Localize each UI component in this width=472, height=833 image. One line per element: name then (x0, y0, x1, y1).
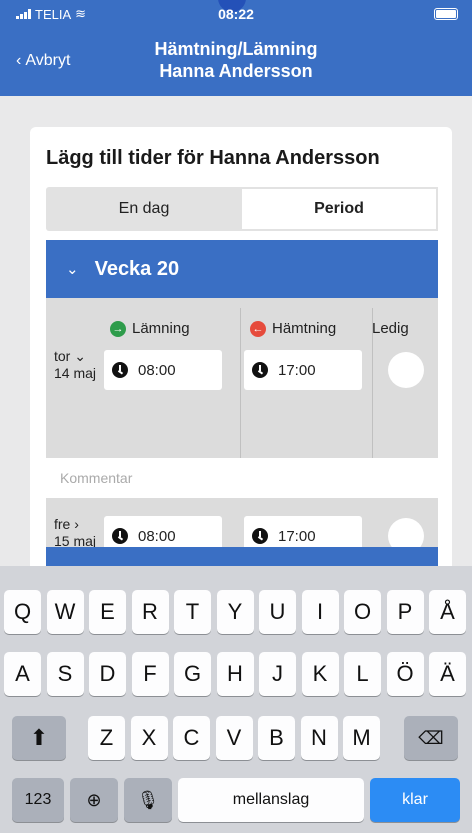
arrow-right-icon: → (110, 320, 126, 337)
tab-period[interactable]: Period (242, 187, 438, 231)
column-pickup-label: Hämtning (272, 320, 337, 337)
day-weekday: tor ⌄ (54, 348, 86, 364)
key-ä[interactable]: Ä (429, 652, 466, 696)
battery-icon (434, 8, 458, 20)
numbers-key[interactable]: 123 (12, 778, 64, 822)
column-divider (240, 308, 241, 458)
key-o[interactable]: O (344, 590, 381, 634)
mode-segmented-control: En dag Period (46, 187, 438, 231)
week-header[interactable]: ⌄ Vecka 20 (46, 240, 438, 298)
clock-icon (252, 528, 268, 544)
key-c[interactable]: C (173, 716, 210, 760)
week-label: Vecka 20 (94, 257, 180, 280)
column-drop-label: Lämning (132, 320, 190, 337)
column-divider (372, 308, 373, 458)
column-pickup: ← Hämtning (250, 320, 336, 337)
free-toggle[interactable] (388, 352, 424, 388)
arrow-left-icon: ← (250, 320, 266, 337)
day-selector-thursday[interactable]: tor ⌄ 14 maj (54, 348, 96, 382)
column-drop: → Lämning (110, 320, 190, 337)
key-n[interactable]: N (300, 716, 338, 760)
globe-icon: ⊕ (86, 789, 102, 810)
key-u[interactable]: U (259, 590, 296, 634)
key-k[interactable]: K (301, 652, 339, 696)
clock-icon (112, 362, 128, 378)
chevron-down-icon: ⌄ (74, 348, 86, 364)
day-date: 14 maj (54, 365, 97, 381)
shift-key[interactable]: ⬆ (12, 716, 66, 760)
comment-input[interactable]: Kommentar (46, 458, 438, 498)
globe-key[interactable]: ⊕ (70, 778, 118, 822)
page-title-line2: Hanna Andersson (159, 61, 313, 81)
key-h[interactable]: H (216, 652, 254, 696)
key-v[interactable]: V (215, 716, 253, 760)
return-key[interactable]: klar (370, 778, 460, 822)
delete-key[interactable]: ⌫ (404, 716, 458, 760)
key-e[interactable]: E (89, 590, 126, 634)
key-f[interactable]: F (131, 652, 169, 696)
clock-icon (252, 362, 268, 378)
key-t[interactable]: T (174, 590, 211, 634)
drop-time-value: 08:00 (138, 527, 176, 545)
page-title: Hämtning/Lämning Hanna Andersson (0, 38, 472, 82)
pickup-time-value: 17:00 (278, 361, 316, 379)
backspace-icon: ⌫ (418, 727, 444, 748)
key-ö[interactable]: Ö (386, 652, 424, 696)
page-title-line1: Hämtning/Lämning (154, 39, 318, 59)
microphone-key[interactable]: 🎙 (124, 778, 172, 822)
key-y[interactable]: Y (216, 590, 254, 634)
key-j[interactable]: J (259, 652, 296, 696)
chevron-down-icon: ⌄ (66, 261, 79, 278)
nav-header: TELIA ≋ 08:22 ‹ Avbryt Hämtning/Lämning … (0, 0, 472, 96)
key-x[interactable]: X (130, 716, 168, 760)
keyboard: QWERTYUIOPÅ ASDFGHJKLÖÄ ⬆ ZXCVBNM ⌫ 123 … (0, 566, 472, 833)
chevron-right-icon: › (74, 516, 79, 532)
microphone-icon: 🎙 (136, 789, 160, 810)
status-time: 08:22 (218, 6, 254, 22)
key-z[interactable]: Z (88, 716, 125, 760)
key-m[interactable]: M (343, 716, 380, 760)
tab-en-dag[interactable]: En dag (46, 187, 242, 231)
column-free-label: Ledig (372, 320, 409, 337)
key-å[interactable]: Å (429, 590, 466, 634)
schedule-grid: → Lämning ← Hämtning Ledig tor ⌄ 14 maj … (46, 298, 438, 566)
key-g[interactable]: G (174, 652, 211, 696)
column-free: Ledig (372, 320, 409, 337)
space-key[interactable]: mellanslag (178, 778, 364, 822)
drop-time-field[interactable]: 08:00 (104, 350, 222, 390)
key-l[interactable]: L (344, 652, 381, 696)
shift-icon: ⬆ (29, 725, 49, 750)
key-r[interactable]: R (131, 590, 169, 634)
clock-icon (112, 528, 128, 544)
pickup-time-field[interactable]: 17:00 (244, 350, 362, 390)
card-title: Lägg till tider för Hanna Andersson (46, 147, 380, 169)
pickup-time-value: 17:00 (278, 527, 316, 545)
key-b[interactable]: B (258, 716, 295, 760)
key-s[interactable]: S (46, 652, 84, 696)
key-i[interactable]: I (301, 590, 339, 634)
key-p[interactable]: P (386, 590, 424, 634)
key-d[interactable]: D (89, 652, 126, 696)
day-weekday: fre › (54, 516, 79, 532)
drop-time-value: 08:00 (138, 361, 176, 379)
key-w[interactable]: W (46, 590, 84, 634)
key-q[interactable]: Q (4, 590, 41, 634)
add-times-card: Lägg till tider för Hanna Andersson En d… (30, 127, 452, 597)
key-a[interactable]: A (4, 652, 41, 696)
day-selector-friday[interactable]: fre › 15 maj (54, 516, 96, 550)
